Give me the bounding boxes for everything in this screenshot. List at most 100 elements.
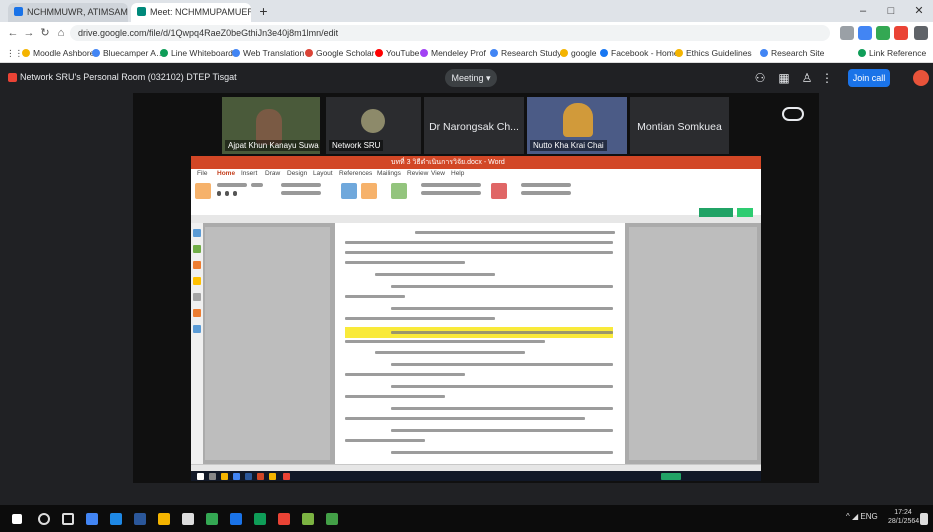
participant-tile[interactable]: Nutto Kha Krai Chai (527, 97, 627, 154)
task-view-icon[interactable] (62, 513, 74, 525)
paste-icon[interactable] (195, 183, 211, 199)
bookmark-item[interactable]: Web Translation (232, 46, 304, 60)
reload-icon[interactable]: ↻ (38, 26, 52, 40)
home-icon[interactable]: ⌂ (54, 26, 68, 40)
join-call-button[interactable]: Join call (848, 69, 890, 87)
url-input[interactable]: drive.google.com/file/d/1Qwpq4RaeZ0beGth… (70, 25, 830, 41)
word-app-icon[interactable] (134, 513, 146, 525)
bookmark-item[interactable]: google (560, 46, 597, 60)
bookmark-item[interactable]: Moodle Ashbore (22, 46, 94, 60)
bookmark-item[interactable]: Google Scholar (305, 46, 375, 60)
alignment-controls[interactable] (281, 191, 321, 195)
document-page[interactable] (335, 223, 625, 464)
ribbon-tab[interactable]: Help (451, 170, 464, 177)
bookmark-item[interactable]: Line Whiteboard (160, 46, 233, 60)
system-tray[interactable]: ^ ◢ ENG (846, 512, 878, 521)
participant-tile[interactable]: Ajpat Khun Kanayu Suwa (222, 97, 320, 154)
ribbon-tab[interactable]: References (339, 170, 372, 177)
app-icon[interactable] (302, 513, 314, 525)
browser-tab[interactable]: NCHMMUWR, ATIMSAMMUN✕ (8, 3, 128, 22)
camera-toggle-icon[interactable] (782, 107, 804, 121)
new-tab-button[interactable]: + (255, 3, 272, 20)
app-icon[interactable] (278, 513, 290, 525)
app-icon[interactable] (158, 513, 170, 525)
ribbon-tab[interactable]: Draw (265, 170, 280, 177)
text-line (391, 407, 613, 410)
editor-controls[interactable] (521, 183, 571, 187)
apps-icon[interactable]: ⋮⋮ (6, 46, 23, 60)
star-icon[interactable] (840, 26, 854, 40)
bookmark-item[interactable]: Research Site (760, 46, 824, 60)
people-icon[interactable]: ⚇ (753, 71, 767, 85)
notification-icon[interactable] (920, 513, 928, 525)
layout-icon[interactable]: ▦ (777, 71, 791, 85)
ribbon-tab[interactable]: Review (407, 170, 428, 177)
presentation-pill[interactable]: Meeting ▾ (445, 69, 497, 87)
participant-tile[interactable]: Montian Somkuea (630, 97, 729, 154)
extension-icon[interactable] (894, 26, 908, 40)
clock[interactable]: 17:24 28/1/2564 (888, 508, 919, 526)
maximize-button[interactable]: □ (877, 0, 905, 22)
tool-icon[interactable] (193, 277, 201, 285)
styles-icon[interactable] (341, 183, 357, 199)
forward-arrow-icon[interactable]: → (22, 26, 36, 40)
windows-start-icon[interactable] (12, 514, 22, 524)
app-icon[interactable] (230, 513, 242, 525)
tool-icon[interactable] (193, 229, 201, 237)
avatar[interactable] (913, 70, 929, 86)
bookmark-item[interactable]: Facebook - Home (600, 46, 679, 60)
search-icon (209, 473, 216, 480)
bookmark-item[interactable]: Link Reference (858, 46, 926, 60)
participant-tile[interactable]: Dr Narongsak Ch... (424, 97, 524, 154)
find-icon[interactable] (391, 183, 407, 199)
tool-icon[interactable] (193, 293, 201, 301)
ribbon-tab[interactable]: Layout (313, 170, 333, 177)
account-icon[interactable]: ♙ (800, 71, 814, 85)
editor-controls[interactable] (521, 191, 571, 195)
extension-icon[interactable] (858, 26, 872, 40)
close-window-button[interactable]: ✕ (905, 0, 933, 22)
tool-icon[interactable] (193, 261, 201, 269)
windows-taskbar: ^ ◢ ENG 17:24 28/1/2564 (0, 505, 933, 532)
app-icon[interactable] (182, 513, 194, 525)
menu-dots-icon[interactable] (914, 26, 928, 40)
paragraph-controls[interactable] (281, 183, 321, 187)
extension-icon[interactable] (876, 26, 890, 40)
ribbon-tab-home[interactable]: Home (217, 170, 235, 177)
app-icon[interactable] (326, 513, 338, 525)
search-icon[interactable] (38, 513, 50, 525)
bookmark-item[interactable]: Bluecamper A… (92, 46, 164, 60)
back-arrow-icon[interactable]: ← (6, 26, 20, 40)
bookmark-item[interactable]: Research Study (490, 46, 561, 60)
font-size-selector[interactable] (251, 183, 263, 187)
bookmark-item[interactable]: YouTube (375, 46, 419, 60)
styles-icon[interactable] (361, 183, 377, 199)
ribbon-tab[interactable]: File (197, 170, 207, 177)
minimize-button[interactable]: – (849, 0, 877, 22)
underline-icon[interactable] (233, 191, 237, 196)
dictate-icon[interactable] (491, 183, 507, 199)
browser-tab-active[interactable]: Meet: NCHMMUPAMUER✕ (131, 3, 251, 22)
text-line (415, 231, 615, 234)
ribbon-tab[interactable]: View (431, 170, 445, 177)
app-icon[interactable] (86, 513, 98, 525)
editing-controls[interactable] (421, 183, 481, 187)
font-selector[interactable] (217, 183, 247, 187)
ribbon-tab[interactable]: Design (287, 170, 307, 177)
italic-icon[interactable] (225, 191, 229, 196)
bold-icon[interactable] (217, 191, 221, 196)
tool-icon[interactable] (193, 325, 201, 333)
app-icon (221, 473, 228, 480)
ribbon-tab[interactable]: Mailings (377, 170, 401, 177)
bookmark-item[interactable]: Mendeley Prof (420, 46, 486, 60)
chrome-icon[interactable] (206, 513, 218, 525)
more-options-icon[interactable]: ⋮ (820, 71, 834, 85)
tool-icon[interactable] (193, 245, 201, 253)
bookmark-item[interactable]: Ethics Guidelines (675, 46, 752, 60)
editing-controls[interactable] (421, 191, 481, 195)
participant-tile[interactable]: Network SRU (326, 97, 421, 154)
tool-icon[interactable] (193, 309, 201, 317)
app-icon[interactable] (110, 513, 122, 525)
app-icon[interactable] (254, 513, 266, 525)
ribbon-tab[interactable]: Insert (241, 170, 257, 177)
